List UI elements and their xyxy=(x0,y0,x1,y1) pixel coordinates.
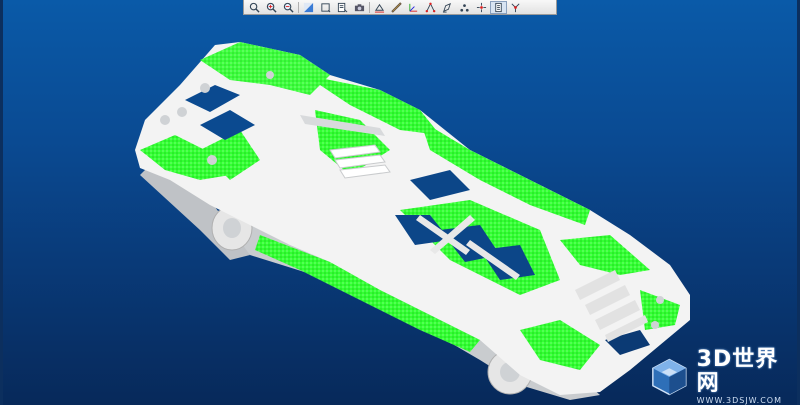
view-orient-icon xyxy=(337,2,348,12)
point-icon xyxy=(460,3,469,12)
zoom-fit-button[interactable] xyxy=(246,1,263,14)
measure-icon xyxy=(391,1,402,13)
cube-logo-icon xyxy=(652,358,687,396)
zoom-out-icon xyxy=(283,2,294,13)
view-orient-button[interactable] xyxy=(334,1,351,14)
axis-button[interactable] xyxy=(405,1,422,14)
section-view-icon xyxy=(374,3,385,13)
zoom-fit-icon xyxy=(249,2,260,13)
network-button[interactable] xyxy=(507,1,524,14)
site-watermark: 3D世界网 WWW.3DSJW.COM xyxy=(648,348,798,405)
shaded-view-button[interactable] xyxy=(300,1,317,14)
zoom-in-button[interactable] xyxy=(263,1,280,14)
watermark-url: WWW.3DSJW.COM xyxy=(696,396,783,405)
viewer-toolbar xyxy=(243,0,557,15)
properties-button[interactable] xyxy=(490,0,507,14)
zoom-out-button[interactable] xyxy=(280,1,297,14)
toolbar-separator xyxy=(369,1,370,13)
measure-button[interactable] xyxy=(388,1,405,14)
toolbar-separator xyxy=(298,1,299,13)
camera-button[interactable] xyxy=(351,1,368,14)
sketch-button[interactable] xyxy=(439,1,456,14)
explode-icon xyxy=(476,2,487,12)
transform-button[interactable] xyxy=(422,1,439,14)
axis-icon xyxy=(409,3,418,12)
shaded-view-icon xyxy=(303,2,314,12)
wireframe-box-button[interactable] xyxy=(317,1,334,14)
properties-icon xyxy=(495,2,502,12)
network-icon xyxy=(511,3,520,12)
sketch-icon xyxy=(442,2,451,13)
explode-button[interactable] xyxy=(473,1,490,14)
wireframe-box-icon xyxy=(321,2,331,12)
point-button[interactable] xyxy=(456,1,473,14)
camera-icon xyxy=(354,3,365,11)
section-view-button[interactable] xyxy=(371,1,388,14)
transform-icon xyxy=(425,2,436,12)
car-chassis-model[interactable] xyxy=(0,0,800,405)
3d-viewport[interactable]: 3D世界网 WWW.3DSJW.COM xyxy=(0,0,800,405)
watermark-title: 3D世界网 xyxy=(696,347,779,396)
zoom-in-icon xyxy=(266,2,277,13)
